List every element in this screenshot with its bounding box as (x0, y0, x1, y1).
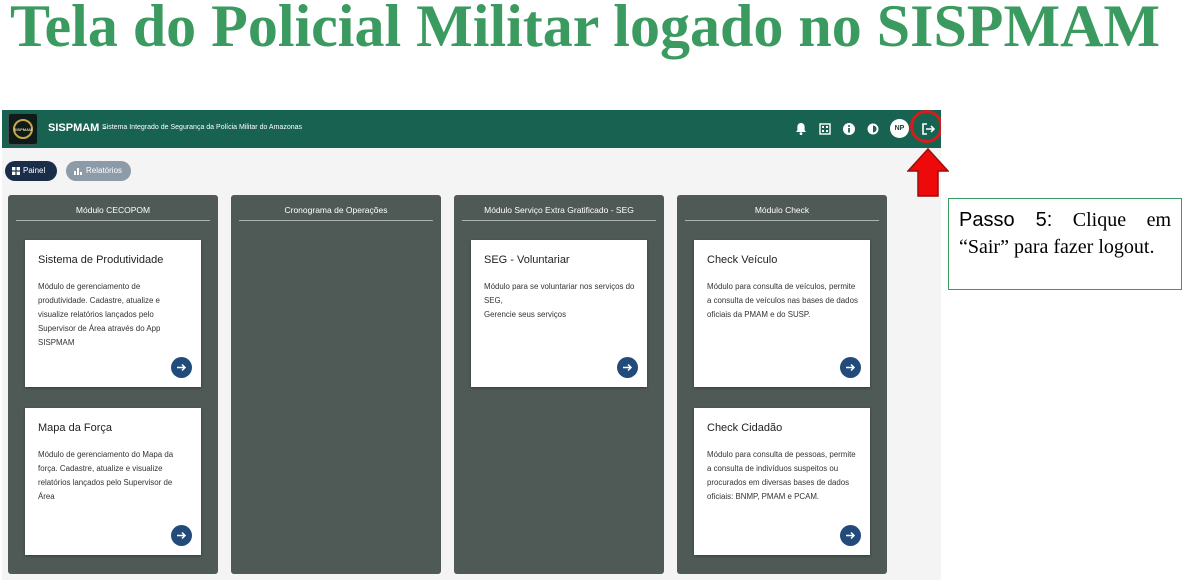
module-check: Módulo Check Check Veículo Módulo para c… (677, 195, 887, 574)
card-sistema-produtividade[interactable]: Sistema de Produtividade Módulo de geren… (25, 240, 201, 387)
bar-chart-icon (74, 168, 82, 175)
logo-text: SISPMAM (13, 127, 33, 132)
bell-icon[interactable] (793, 121, 809, 137)
divider (685, 220, 879, 221)
arrow-right-icon (846, 531, 856, 540)
module-cecopom: Módulo CECOPOM Sistema de Produtividade … (8, 195, 218, 574)
open-button[interactable] (617, 357, 638, 378)
module-title: Módulo Serviço Extra Gratificado - SEG (484, 205, 634, 215)
arrow-right-icon (846, 363, 856, 372)
module-title: Módulo Check (754, 205, 810, 215)
card-description: Módulo para consulta de veículos, permit… (707, 282, 858, 319)
arrow-right-icon (177, 531, 187, 540)
open-button[interactable] (840, 357, 861, 378)
module-title: Módulo CECOPOM (75, 205, 151, 215)
module-cronograma: Cronograma de Operações (231, 195, 441, 574)
top-bar: SISPMAM SISPMAM - Sistema Integrado de S… (2, 110, 941, 148)
card-title: Mapa da Força (38, 422, 112, 434)
module-seg: Módulo Serviço Extra Gratificado - SEG S… (454, 195, 664, 574)
card-check-cidadao[interactable]: Check Cidadão Módulo para consulta de pe… (694, 408, 870, 555)
info-icon[interactable] (841, 121, 857, 137)
card-description: Módulo de gerenciamento de produtividade… (38, 282, 161, 347)
card-mapa-forca[interactable]: Mapa da Força Módulo de gerenciamento do… (25, 408, 201, 555)
tab-relatorios-label: Relatórios (86, 166, 123, 175)
card-title: Sistema de Produtividade (38, 254, 164, 266)
tab-relatorios[interactable]: Relatórios (66, 161, 131, 181)
card-seg-voluntariar[interactable]: SEG - Voluntariar Módulo para se volunta… (471, 240, 647, 387)
card-check-veiculo[interactable]: Check Veículo Módulo para consulta de ve… (694, 240, 870, 387)
open-button[interactable] (840, 525, 861, 546)
instruction-note: Passo 5: Clique em “Sair” para fazer log… (948, 198, 1182, 290)
tab-painel-label: Painel (23, 166, 46, 175)
card-title: Check Cidadão (707, 422, 783, 434)
instruction-text: Passo 5: Clique em “Sair” para fazer log… (959, 207, 1171, 261)
card-description: Módulo de gerenciamento do Mapa da força… (38, 450, 174, 501)
open-button[interactable] (171, 357, 192, 378)
card-title: SEG - Voluntariar (484, 254, 570, 266)
card-description: Módulo para consulta de pessoas, permite… (707, 450, 856, 501)
divider (462, 220, 656, 221)
grid-icon (12, 167, 20, 175)
user-avatar[interactable]: NP (890, 119, 909, 138)
card-title: Check Veículo (707, 254, 778, 266)
arrow-right-icon (623, 363, 633, 372)
app-name: SISPMAM - (48, 122, 107, 134)
divider (16, 220, 210, 221)
module-title: Cronograma de Operações (284, 205, 388, 215)
document-title: Tela do Policial Militar logado no SISPM… (10, 0, 1161, 59)
highlight-circle (910, 110, 941, 143)
app-screenshot: SISPMAM SISPMAM - Sistema Integrado de S… (2, 110, 941, 580)
red-arrow-up-icon (907, 148, 949, 197)
step-label: Passo 5: (959, 209, 1053, 231)
open-button[interactable] (171, 525, 192, 546)
arrow-right-icon (177, 363, 187, 372)
brightness-icon[interactable] (865, 121, 881, 137)
pmam-logo[interactable]: SISPMAM (8, 113, 38, 145)
card-description: Módulo para se voluntariar nos serviços … (484, 282, 635, 319)
building-icon[interactable] (817, 121, 833, 137)
divider (239, 220, 433, 221)
tab-painel[interactable]: Painel (5, 161, 57, 181)
app-subtitle: Sistema Integrado de Segurança da Políci… (102, 124, 303, 131)
